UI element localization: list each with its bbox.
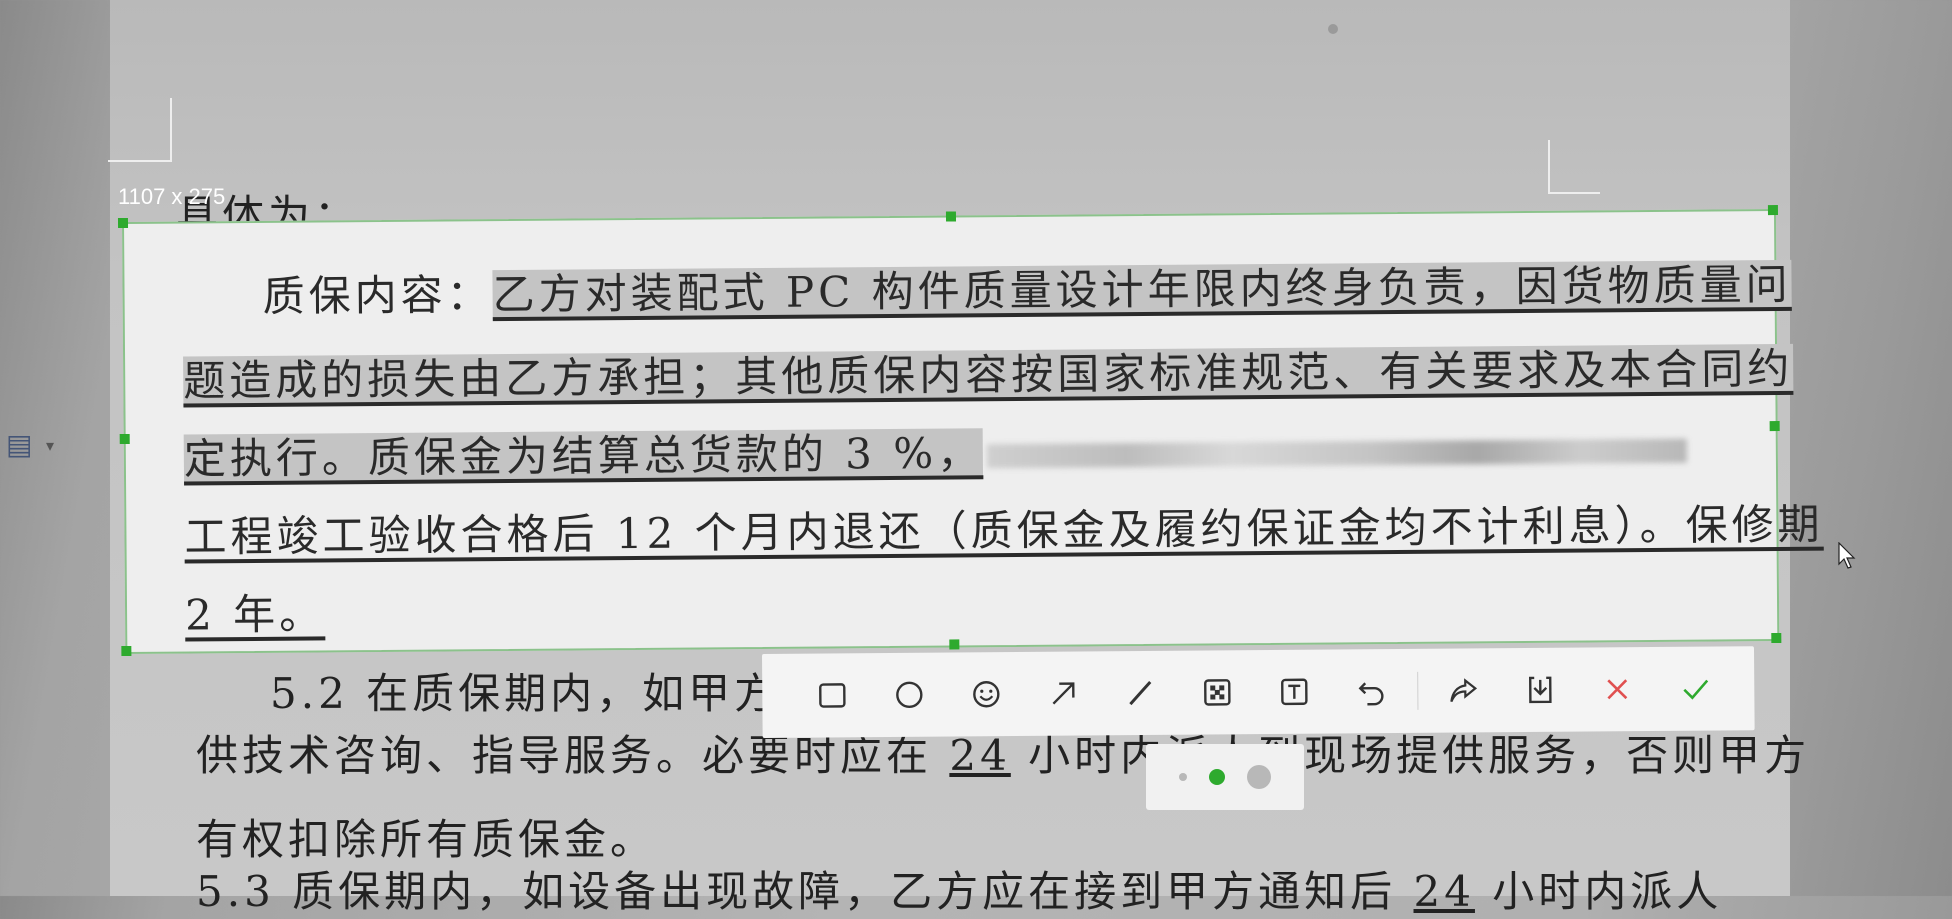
mosaic-icon[interactable] [1200,673,1235,711]
size-medium-option[interactable] [1209,769,1225,785]
arrow-icon[interactable] [1045,674,1080,712]
captured-line: 工程竣工验收合格后 12 个月内退还（质保金及履约保证金均不计利息）。保修期 [184,499,1824,562]
captured-line: 质保内容：乙方对装配式 PC 构件质量设计年限内终身负责，因货物质量问 [262,259,1792,321]
page-corner-mark [1548,140,1600,194]
share-icon[interactable] [1446,671,1481,709]
confirm-icon[interactable] [1677,670,1712,708]
resize-handle[interactable] [117,217,129,229]
resize-handle[interactable] [1769,420,1780,432]
resize-handle[interactable] [1767,204,1778,216]
paragraph-line: 5.3 质保期内，如设备出现故障，乙方应在接到甲方通知后 24 小时内派人 [196,867,1723,916]
mouse-cursor-icon [1838,542,1856,569]
annotation-toolbar [762,646,1755,738]
brush-size-palette [1146,744,1304,810]
captured-line: 定执行。质保金为结算总货款的 3 %， [183,414,1688,487]
rectangle-icon[interactable] [814,676,849,714]
emoji-icon[interactable] [968,675,1003,713]
captured-line: 2 年。 [184,589,326,640]
toolbar-divider [1416,671,1419,710]
document-icon[interactable]: ▤ [6,428,32,461]
resize-handle[interactable] [121,645,132,657]
size-small-option[interactable] [1179,773,1187,781]
resize-handle[interactable] [945,211,957,222]
resize-handle[interactable] [949,639,960,650]
pen-icon[interactable] [1123,674,1158,712]
blurred-text [987,438,1688,469]
paragraph-line: 5.2 在质保期内，如甲方在 [270,669,827,718]
capture-region[interactable]: 质保内容：乙方对装配式 PC 构件质量设计年限内终身负责，因货物质量问 题造成的… [117,204,1824,657]
capture-size-label: 1107 x 275 [118,184,226,209]
captured-line: 题造成的损失由乙方承担；其他质保内容按国家标准规范、有关要求及本合同约 [183,343,1794,406]
undo-icon[interactable] [1354,672,1389,710]
resize-handle[interactable] [119,433,130,445]
resize-handle[interactable] [1771,632,1782,644]
page-corner-mark [108,98,172,162]
dot [1328,24,1338,34]
size-large-option[interactable] [1247,765,1271,789]
ellipse-icon[interactable] [891,676,926,714]
text-icon[interactable] [1277,673,1312,711]
save-icon[interactable] [1523,671,1558,709]
chevron-down-icon[interactable]: ▾ [46,436,54,455]
cancel-icon[interactable] [1600,670,1635,708]
